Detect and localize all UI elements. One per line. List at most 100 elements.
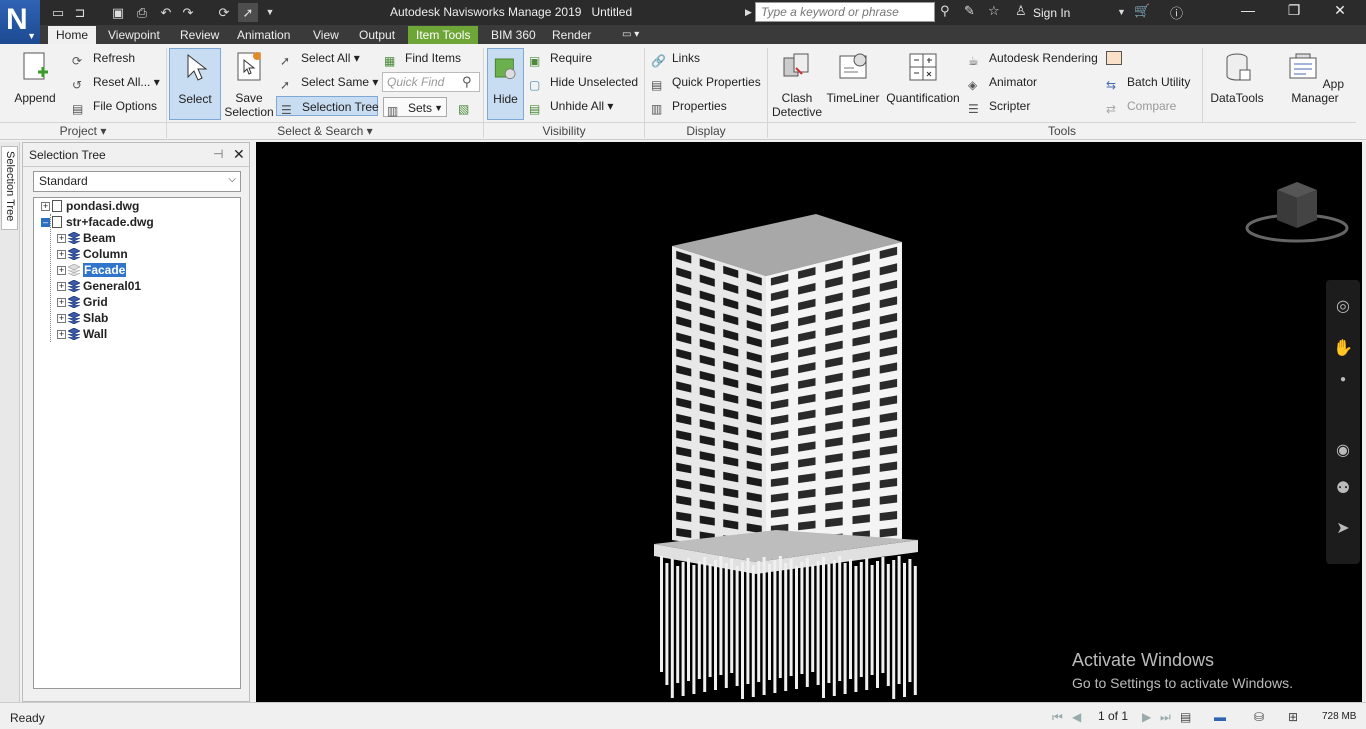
links-button[interactable]: 🔗 Links [651, 48, 700, 68]
tree-item-layer[interactable]: + Wall [57, 326, 107, 342]
timeliner-button[interactable]: TimeLiner [826, 48, 880, 120]
expand-icon[interactable]: + [41, 202, 50, 211]
open-folder-icon[interactable]: ⊐ [70, 3, 90, 22]
select-search-panel-label[interactable]: Select & Search ▾ [167, 122, 483, 138]
quick-properties-button[interactable]: ▤ Quick Properties [651, 72, 761, 92]
pin-icon[interactable]: ⊣ [213, 147, 223, 161]
binoculars-icon[interactable]: ⚲ [940, 3, 950, 19]
viewcube[interactable] [1244, 180, 1350, 250]
find-items-button[interactable]: ▦ Find Items [384, 48, 461, 68]
cart-icon[interactable]: 🛒 [1134, 3, 1150, 19]
quick-find-search-icon[interactable]: ⚲ [462, 74, 472, 90]
require-button[interactable]: ▣ Require [529, 48, 592, 68]
app-menu-button[interactable]: N ▼ [0, 0, 40, 44]
expand-icon[interactable]: + [57, 250, 66, 259]
batch-utility-button[interactable]: ⇆ Batch Utility [1106, 72, 1190, 92]
tab-item-tools[interactable]: Item Tools [408, 26, 479, 44]
expand-icon[interactable]: + [57, 234, 66, 243]
tree-view[interactable]: + pondasi.dwg – str+facade.dwg + Beam + Colu… [33, 197, 241, 689]
tree-mode-select[interactable]: Standard ⌵ [33, 171, 241, 192]
tree-item-layer-selected[interactable]: + Facade [57, 262, 127, 278]
tab-view[interactable]: View [305, 26, 347, 44]
steering-wheel-icon[interactable]: ◎ [1333, 296, 1353, 316]
tab-animation[interactable]: Animation [229, 26, 298, 44]
reset-all-button[interactable]: ↺ Reset All... ▾ [72, 72, 160, 92]
orbit-icon[interactable]: ◉ [1333, 440, 1353, 460]
tree-item-layer[interactable]: + General01 [57, 278, 141, 294]
quantification-button[interactable]: Quantification [884, 48, 962, 120]
selection-tree-side-tab[interactable]: Selection Tree [1, 146, 18, 230]
app-manager-button[interactable]: App Manager [1274, 48, 1356, 120]
hide-unselected-button[interactable]: ▢ Hide Unselected [529, 72, 638, 92]
save-selection-button[interactable]: Save Selection [224, 48, 274, 120]
tab-render[interactable]: Render [544, 26, 599, 44]
expand-icon[interactable]: + [57, 298, 66, 307]
compare-button[interactable]: ⇄ Compare [1106, 96, 1176, 116]
prev-page-icon[interactable]: ◀ [1072, 710, 1081, 724]
sign-in-dropdown-icon[interactable]: ▼ [1117, 7, 1126, 17]
select-button[interactable]: Select [169, 48, 221, 120]
3d-viewport[interactable]: ◎ ✋ ● ◉ ⚉ ➤ Activate Windows Go to Setti… [256, 142, 1362, 702]
unhide-all-button[interactable]: ▤ Unhide All ▾ [529, 96, 613, 116]
project-panel-label[interactable]: Project ▾ [0, 122, 166, 138]
expand-icon[interactable]: + [57, 314, 66, 323]
expand-search-icon[interactable]: ▶ [745, 7, 752, 18]
tree-item-layer[interactable]: + Slab [57, 310, 108, 326]
communication-center-icon[interactable]: ✎ [964, 3, 975, 19]
sheet-browser-icon[interactable]: ▤ [1180, 710, 1191, 724]
last-page-icon[interactable]: ⏭ [1160, 710, 1171, 725]
tree-item-root[interactable]: + pondasi.dwg [41, 198, 139, 214]
print-icon[interactable]: ⎙ [132, 3, 152, 22]
select-same-button[interactable]: ➚ Select Same ▾ [280, 72, 378, 92]
ribbon-minimize-icon[interactable]: ▭ ▾ [614, 26, 647, 44]
tab-home[interactable]: Home [48, 26, 97, 44]
save-icon[interactable]: ▣ [108, 3, 128, 22]
zoom-icon[interactable]: ● [1333, 374, 1353, 394]
refresh-icon[interactable]: ⟳ [214, 3, 234, 22]
help-search-input[interactable]: Type a keyword or phrase [755, 2, 935, 22]
undo-icon[interactable]: ↶ [156, 3, 176, 22]
clash-detective-button[interactable]: Clash Detective [772, 48, 822, 120]
manage-sets-icon[interactable]: ▧ [458, 96, 479, 116]
appearance-profiler-icon[interactable] [1106, 48, 1127, 68]
properties-button[interactable]: ▥ Properties [651, 96, 727, 116]
tab-viewpoint[interactable]: Viewpoint [100, 26, 168, 44]
expand-icon[interactable]: + [57, 330, 66, 339]
favorites-star-icon[interactable]: ☆ [988, 3, 1000, 19]
first-page-icon[interactable]: ⏮ [1052, 710, 1063, 725]
autodesk-rendering-button[interactable]: ☕ Autodesk Rendering [968, 48, 1098, 68]
sign-in-button[interactable]: Sign In [1033, 6, 1070, 20]
redo-icon[interactable]: ↷ [178, 3, 198, 22]
walk-icon[interactable]: ⚉ [1333, 478, 1353, 498]
close-window-button[interactable]: ✕ [1320, 2, 1360, 22]
help-icon[interactable]: ⓘ [1170, 3, 1183, 22]
customize-qat-icon[interactable]: ▼ [260, 3, 280, 22]
tab-review[interactable]: Review [172, 26, 227, 44]
datatools-button[interactable]: DataTools [1208, 48, 1266, 120]
select-all-button[interactable]: ➚ Select All ▾ [280, 48, 360, 68]
append-button[interactable]: Append [10, 48, 60, 120]
close-icon[interactable]: ✕ [233, 146, 245, 163]
animator-button[interactable]: ◈ Animator [968, 72, 1037, 92]
tab-output[interactable]: Output [351, 26, 403, 44]
new-file-icon[interactable]: ▭ [48, 3, 68, 22]
select-arrow-icon[interactable]: ➤ [1333, 518, 1353, 538]
next-page-icon[interactable]: ▶ [1142, 710, 1151, 724]
selection-tree-button[interactable]: ☰ Selection Tree [276, 96, 379, 117]
file-options-button[interactable]: ▤ File Options [72, 96, 157, 116]
pan-hand-icon[interactable]: ✋ [1333, 338, 1353, 358]
hide-button[interactable]: Hide [487, 48, 524, 120]
tab-bim360[interactable]: BIM 360 [483, 26, 544, 44]
expand-icon[interactable]: + [57, 266, 66, 275]
collapse-icon[interactable]: – [41, 218, 50, 227]
refresh-button[interactable]: ⟳ Refresh [72, 48, 135, 68]
expand-icon[interactable]: + [57, 282, 66, 291]
minimize-button[interactable]: — [1228, 2, 1268, 22]
sets-dropdown[interactable]: ▥ Sets ▼ [383, 97, 447, 118]
scripter-button[interactable]: ☰ Scripter [968, 96, 1030, 116]
tree-item-root[interactable]: – str+facade.dwg [41, 214, 154, 230]
restore-button[interactable]: ❐ [1274, 2, 1314, 22]
tree-item-layer[interactable]: + Column [57, 246, 128, 262]
tree-item-layer[interactable]: + Grid [57, 294, 108, 310]
select-pointer-icon[interactable]: ➚ [238, 3, 258, 22]
